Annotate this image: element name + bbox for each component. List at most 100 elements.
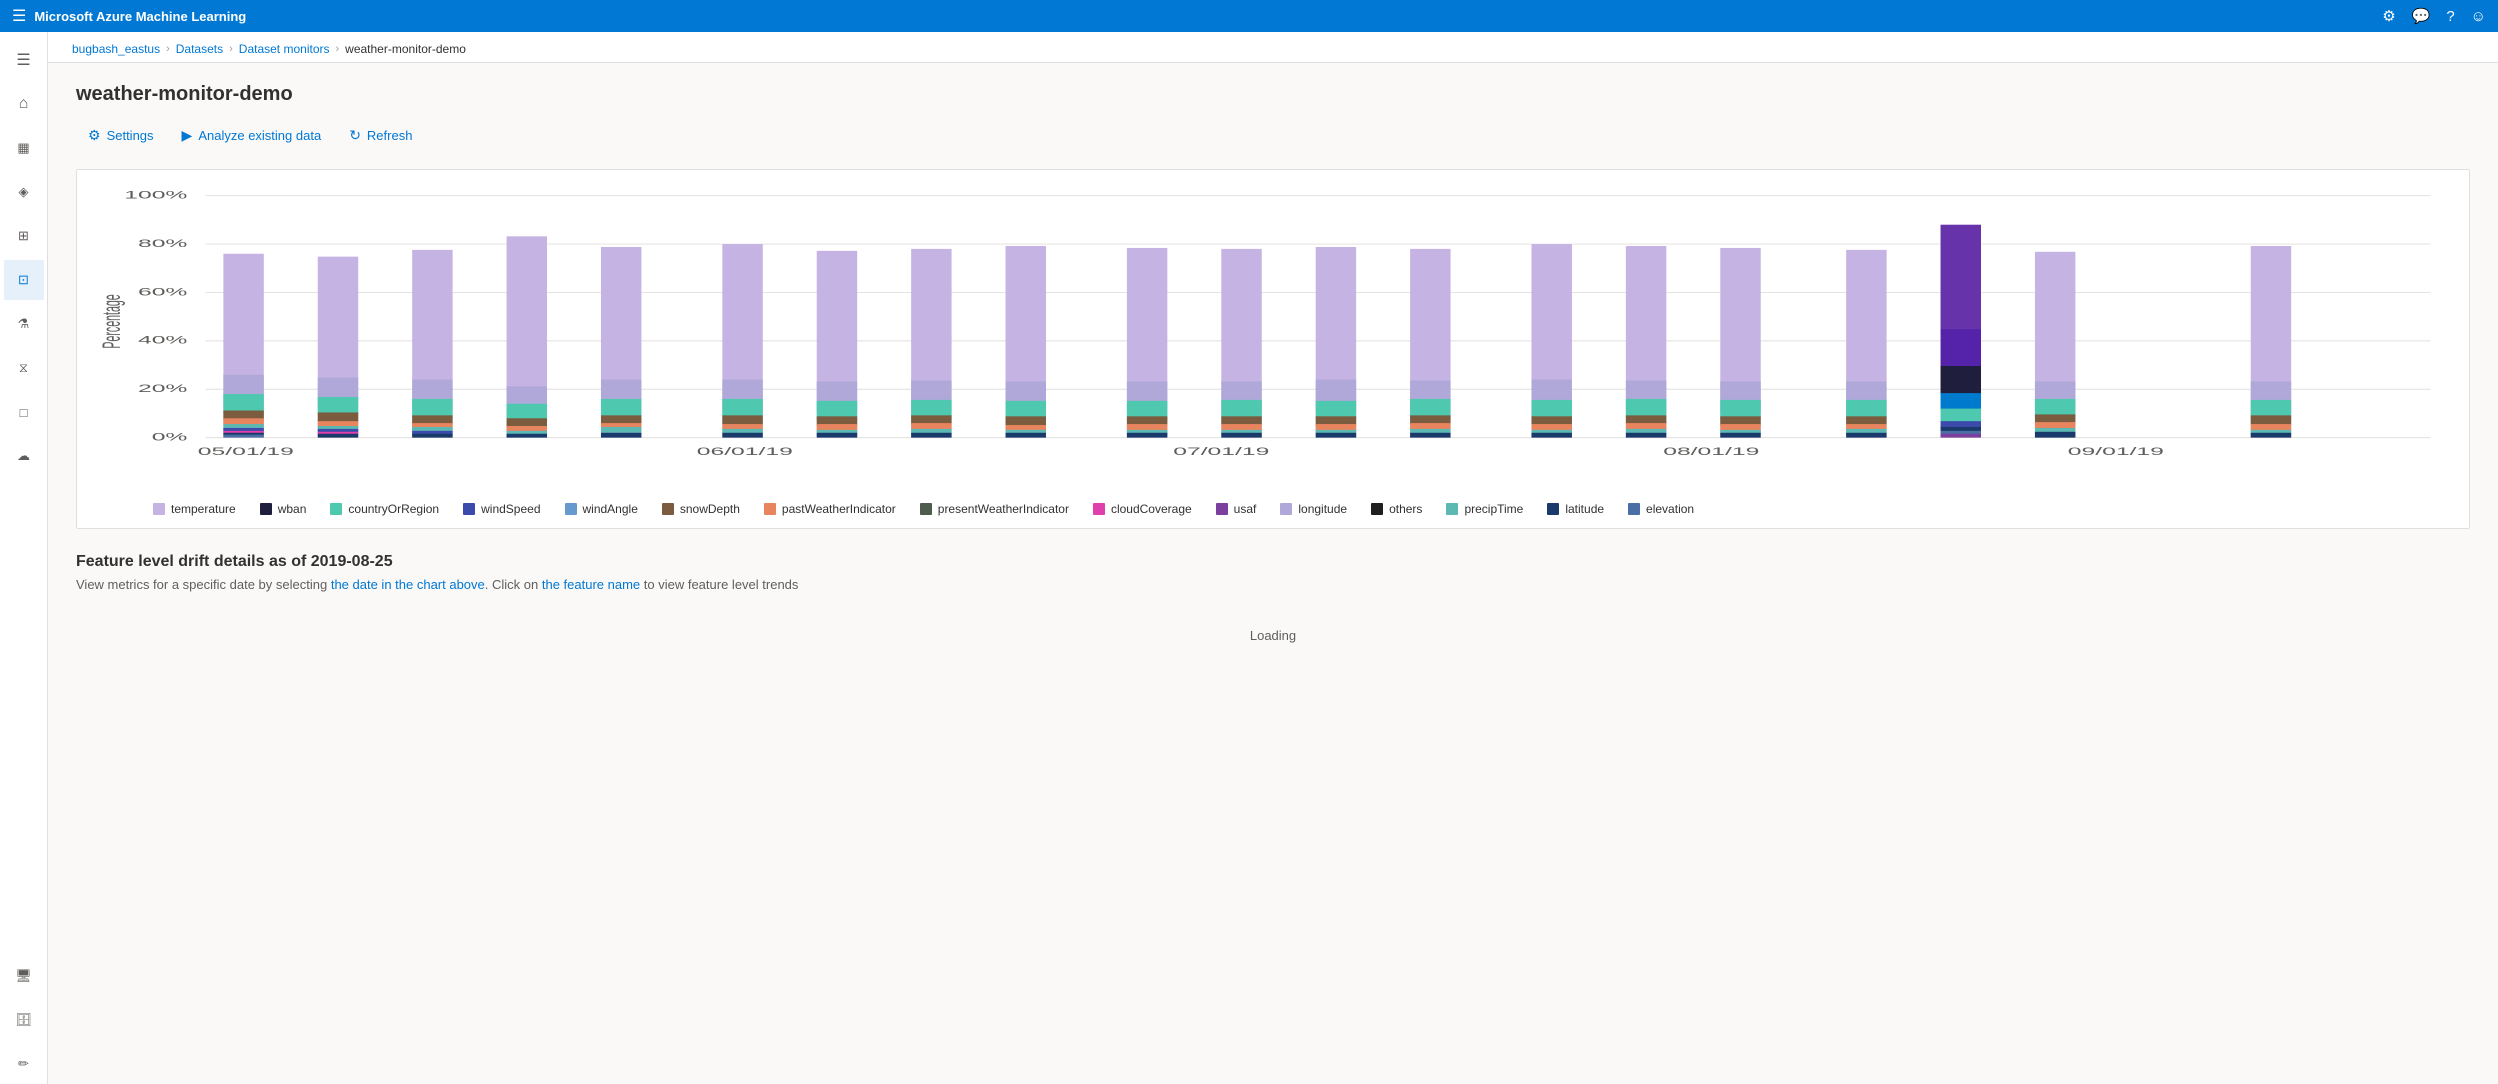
svg-text:05/01/19: 05/01/19 bbox=[198, 446, 294, 458]
drift-title: Feature level drift details as of 2019-0… bbox=[76, 553, 2470, 571]
drift-chart[interactable]: 100% 80% 60% 40% 20% 0% Percentage bbox=[93, 186, 2453, 486]
legend-item: elevation bbox=[1628, 502, 1694, 516]
sidebar-item-home[interactable]: ⌂ bbox=[4, 84, 44, 124]
bar-group-13 bbox=[1410, 249, 1450, 438]
refresh-button[interactable]: ↻ Refresh bbox=[337, 122, 424, 149]
bar-group-2 bbox=[318, 257, 358, 438]
top-bar: ☰ Microsoft Azure Machine Learning ⚙ 💬 ?… bbox=[0, 0, 2498, 32]
svg-text:07/01/19: 07/01/19 bbox=[1173, 446, 1269, 458]
legend-item: cloudCoverage bbox=[1093, 502, 1192, 516]
breadcrumb-sep-1: › bbox=[166, 43, 170, 55]
svg-text:100%: 100% bbox=[124, 190, 187, 202]
legend-color-swatch bbox=[260, 503, 272, 515]
account-icon[interactable]: ☺ bbox=[2471, 8, 2486, 25]
sidebar-item-menu[interactable]: ☰ bbox=[4, 40, 44, 80]
bar-group-14 bbox=[1531, 244, 1571, 438]
sidebar-item-datasets[interactable]: ⊡ bbox=[4, 260, 44, 300]
legend-item: pastWeatherIndicator bbox=[764, 502, 896, 516]
bar-group-16 bbox=[1720, 248, 1760, 438]
sidebar-item-edit[interactable]: ✏ bbox=[4, 1044, 44, 1084]
bar-group-12 bbox=[1316, 247, 1356, 438]
settings-btn-icon: ⚙ bbox=[88, 127, 101, 144]
main-layout: ☰ ⌂ ▦ ◈ ⊞ ⊡ ⚗ ⧖ □ ☁ 🖥 🗄 ✏ bugbash_eastus… bbox=[0, 32, 2498, 1084]
settings-button[interactable]: ⚙ Settings bbox=[76, 122, 166, 149]
page-title: weather-monitor-demo bbox=[76, 83, 2470, 106]
legend-label: windSpeed bbox=[481, 502, 540, 516]
drift-feature-link[interactable]: the feature name bbox=[542, 577, 640, 592]
legend-label: presentWeatherIndicator bbox=[938, 502, 1069, 516]
drift-date-link[interactable]: the date in the chart above bbox=[331, 577, 485, 592]
sidebar-item-data[interactable]: ⊞ bbox=[4, 216, 44, 256]
drift-subtitle: View metrics for a specific date by sele… bbox=[76, 577, 2470, 592]
breadcrumb-bugbash[interactable]: bugbash_eastus bbox=[72, 42, 160, 56]
hamburger-icon[interactable]: ☰ bbox=[12, 6, 26, 26]
breadcrumb-current: weather-monitor-demo bbox=[345, 42, 466, 56]
drift-subtitle-start: View metrics for a specific date by sele… bbox=[76, 577, 331, 592]
legend-label: longitude bbox=[1298, 502, 1347, 516]
legend-item: precipTime bbox=[1446, 502, 1523, 516]
help-icon[interactable]: ? bbox=[2446, 8, 2454, 25]
legend-item: windAngle bbox=[565, 502, 638, 516]
bar-group-10 bbox=[1127, 248, 1167, 438]
bar-group-7 bbox=[817, 251, 857, 438]
toolbar: ⚙ Settings ▶ Analyze existing data ↻ Ref… bbox=[76, 122, 2470, 149]
refresh-btn-icon: ↻ bbox=[349, 127, 361, 144]
legend-color-swatch bbox=[1628, 503, 1640, 515]
svg-text:06/01/19: 06/01/19 bbox=[697, 446, 793, 458]
legend-label: cloudCoverage bbox=[1111, 502, 1192, 516]
sidebar-item-models[interactable]: ◈ bbox=[4, 172, 44, 212]
legend-item: countryOrRegion bbox=[330, 502, 439, 516]
svg-text:80%: 80% bbox=[138, 238, 188, 250]
chart-legend: temperature wban countryOrRegion windSpeed w… bbox=[93, 502, 2453, 516]
legend-item: temperature bbox=[153, 502, 236, 516]
legend-label: temperature bbox=[171, 502, 236, 516]
content-area: bugbash_eastus › Datasets › Dataset moni… bbox=[48, 32, 2498, 1084]
analyze-button[interactable]: ▶ Analyze existing data bbox=[170, 122, 334, 149]
breadcrumb-sep-2: › bbox=[229, 43, 233, 55]
sidebar-item-compute[interactable]: □ bbox=[4, 392, 44, 432]
legend-label: others bbox=[1389, 502, 1422, 516]
bar-group-19 bbox=[2035, 252, 2075, 438]
legend-label: wban bbox=[278, 502, 307, 516]
sidebar-item-cloud[interactable]: ☁ bbox=[4, 436, 44, 476]
chart-svg-wrapper[interactable]: 100% 80% 60% 40% 20% 0% Percentage bbox=[93, 186, 2453, 486]
svg-text:0%: 0% bbox=[152, 432, 188, 444]
refresh-btn-label: Refresh bbox=[367, 128, 413, 143]
legend-label: windAngle bbox=[583, 502, 638, 516]
legend-color-swatch bbox=[330, 503, 342, 515]
svg-text:09/01/19: 09/01/19 bbox=[2068, 446, 2164, 458]
analyze-btn-label: Analyze existing data bbox=[198, 128, 321, 143]
legend-item: presentWeatherIndicator bbox=[920, 502, 1069, 516]
loading-text: Loading bbox=[76, 608, 2470, 663]
legend-item: windSpeed bbox=[463, 502, 540, 516]
svg-text:40%: 40% bbox=[138, 335, 188, 347]
bar-group-15 bbox=[1626, 246, 1666, 438]
breadcrumb-monitors[interactable]: Dataset monitors bbox=[239, 42, 330, 56]
breadcrumb-datasets[interactable]: Datasets bbox=[176, 42, 223, 56]
page-content: weather-monitor-demo ⚙ Settings ▶ Analyz… bbox=[48, 63, 2498, 1084]
sidebar-item-dashboard[interactable]: ▦ bbox=[4, 128, 44, 168]
legend-color-swatch bbox=[1216, 503, 1228, 515]
settings-icon[interactable]: ⚙ bbox=[2382, 7, 2395, 25]
bar-group-6 bbox=[722, 244, 762, 438]
sidebar-item-experiments[interactable]: ⚗ bbox=[4, 304, 44, 344]
settings-btn-label: Settings bbox=[107, 128, 154, 143]
sidebar-item-data2[interactable]: 🗄 bbox=[4, 1000, 44, 1040]
bar-group-9 bbox=[1006, 246, 1046, 438]
sidebar-item-pipelines[interactable]: ⧖ bbox=[4, 348, 44, 388]
legend-color-swatch bbox=[1280, 503, 1292, 515]
legend-color-swatch bbox=[662, 503, 674, 515]
legend-item: wban bbox=[260, 502, 307, 516]
svg-text:60%: 60% bbox=[138, 286, 188, 298]
legend-label: pastWeatherIndicator bbox=[782, 502, 896, 516]
sidebar-item-monitor[interactable]: 🖥 bbox=[4, 956, 44, 996]
svg-text:20%: 20% bbox=[138, 383, 188, 395]
top-bar-icons: ⚙ 💬 ? ☺ bbox=[2382, 7, 2486, 25]
legend-color-swatch bbox=[1371, 503, 1383, 515]
bar-group-4 bbox=[507, 236, 547, 437]
legend-color-swatch bbox=[1547, 503, 1559, 515]
legend-color-swatch bbox=[920, 503, 932, 515]
feedback-icon[interactable]: 💬 bbox=[2412, 7, 2431, 25]
bar-group-11 bbox=[1221, 249, 1261, 438]
legend-label: usaf bbox=[1234, 502, 1257, 516]
